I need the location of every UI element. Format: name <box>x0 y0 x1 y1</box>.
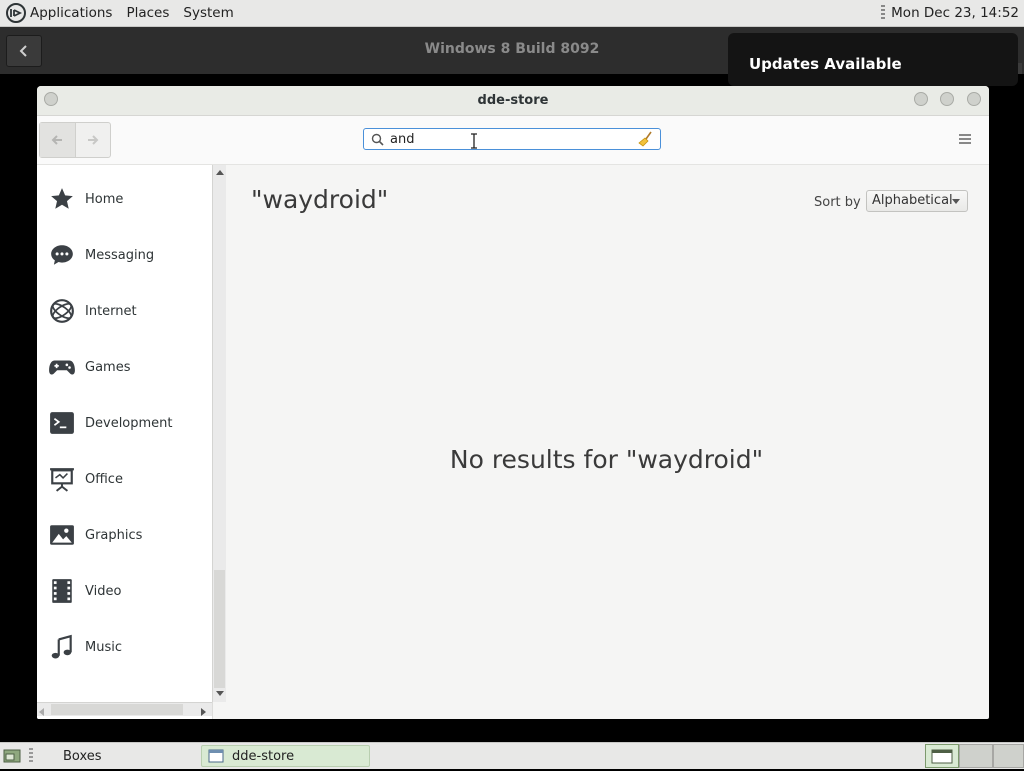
category-label: Video <box>85 583 122 599</box>
category-label: Development <box>85 415 173 431</box>
terminal-icon <box>48 409 76 437</box>
hamburger-menu-icon[interactable] <box>959 133 971 145</box>
scroll-left-arrow-icon[interactable] <box>38 705 44 719</box>
category-label: Messaging <box>85 247 155 263</box>
search-results-title: "waydroid" <box>251 185 389 214</box>
system-menu[interactable]: System <box>183 5 233 21</box>
gamepad-icon <box>48 353 76 381</box>
maximize-button[interactable] <box>940 92 954 106</box>
window-titlebar[interactable]: dde-store <box>37 86 989 116</box>
category-internet[interactable]: Internet <box>37 283 212 339</box>
headerbar <box>37 116 989 165</box>
taskbar-item-dde-store[interactable]: dde-store <box>201 745 370 767</box>
app-window: dde-store Home Messaging <box>37 86 989 719</box>
category-label: Internet <box>85 303 137 319</box>
panel-handle[interactable] <box>29 748 33 764</box>
window-icon <box>208 749 224 763</box>
workspace-2[interactable] <box>959 744 993 768</box>
sidebar-vertical-scrollbar[interactable] <box>212 165 226 702</box>
arrow-right-icon <box>87 135 99 145</box>
bottom-panel: Boxes dde-store <box>0 742 1024 769</box>
music-note-icon <box>48 633 76 661</box>
sort-dropdown-value: Alphabetical <box>872 193 953 208</box>
window-title: dde-store <box>477 93 549 108</box>
text-cursor-icon <box>471 133 477 149</box>
workspace-1[interactable] <box>925 744 959 768</box>
category-games[interactable]: Games <box>37 339 212 395</box>
nav-back-button[interactable] <box>40 123 76 157</box>
globe-icon <box>48 297 76 325</box>
shade-button[interactable] <box>914 92 928 106</box>
category-label: Music <box>85 639 122 655</box>
image-icon <box>48 521 76 549</box>
task-label: dde-store <box>232 748 295 764</box>
top-panel: Applications Places System Mon Dec 23, 1… <box>0 0 1024 27</box>
search-input[interactable] <box>390 131 620 147</box>
category-sidebar: Home Messaging Internet Games Developmen… <box>37 165 213 719</box>
sort-dropdown[interactable]: Alphabetical <box>866 190 968 212</box>
workspace-window-icon <box>931 749 953 764</box>
horizontal-scroll-thumb[interactable] <box>51 704 183 715</box>
arrow-left-icon <box>51 135 63 145</box>
task-label: Boxes <box>63 748 102 764</box>
category-messaging[interactable]: Messaging <box>37 227 212 283</box>
nav-forward-button[interactable] <box>76 123 111 157</box>
clear-broom-icon[interactable] <box>638 131 654 147</box>
category-label: Home <box>85 191 124 207</box>
category-graphics[interactable]: Graphics <box>37 507 212 563</box>
category-music[interactable]: Music <box>37 619 212 675</box>
workspace-3[interactable] <box>993 744 1024 768</box>
nav-button-group <box>39 122 111 158</box>
category-video[interactable]: Video <box>37 563 212 619</box>
no-results-message: No results for "waydroid" <box>449 445 764 474</box>
presentation-icon <box>48 465 76 493</box>
category-home[interactable]: Home <box>37 171 212 227</box>
sidebar-horizontal-scrollbar[interactable] <box>37 702 212 716</box>
category-label: Office <box>85 471 123 487</box>
scroll-right-arrow-icon[interactable] <box>201 705 207 719</box>
vertical-scroll-thumb[interactable] <box>214 570 225 688</box>
scroll-up-arrow-icon[interactable] <box>213 165 226 178</box>
clock[interactable]: Mon Dec 23, 14:52 <box>891 5 1019 21</box>
category-label: Graphics <box>85 527 143 543</box>
category-development[interactable]: Development <box>37 395 212 451</box>
star-icon <box>48 185 76 213</box>
close-button[interactable] <box>967 92 981 106</box>
category-label: Games <box>85 359 131 375</box>
chevron-down-icon <box>952 199 960 204</box>
category-office[interactable]: Office <box>37 451 212 507</box>
sort-by-label: Sort by <box>814 195 861 210</box>
panel-handle[interactable] <box>881 5 886 21</box>
search-field[interactable] <box>363 128 661 150</box>
film-icon <box>48 577 76 605</box>
show-desktop-icon[interactable] <box>3 747 21 764</box>
places-menu[interactable]: Places <box>126 5 169 21</box>
distro-logo-icon[interactable] <box>6 3 26 23</box>
updates-notification[interactable]: Updates Available <box>728 33 1018 86</box>
applications-menu[interactable]: Applications <box>30 5 112 21</box>
search-icon <box>371 133 384 146</box>
scroll-down-arrow-icon[interactable] <box>213 687 226 700</box>
chat-bubble-icon <box>48 241 76 269</box>
taskbar-item-boxes[interactable]: Boxes <box>56 745 203 767</box>
